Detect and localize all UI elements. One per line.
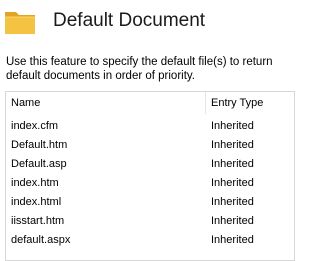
row-name: index.cfm bbox=[11, 120, 59, 132]
description-line-2: default documents in order of priority. bbox=[6, 70, 195, 82]
folder-icon bbox=[5, 12, 35, 34]
table-row[interactable]: Default.asp Inherited bbox=[6, 154, 294, 173]
row-entry-type: Inherited bbox=[211, 196, 254, 208]
column-separator[interactable] bbox=[205, 92, 206, 114]
page-title: Default Document bbox=[53, 10, 206, 31]
row-name: index.htm bbox=[11, 177, 59, 189]
table-header: Name Entry Type bbox=[6, 92, 294, 114]
row-entry-type: Inherited bbox=[211, 177, 254, 189]
table-row[interactable]: Default.htm Inherited bbox=[6, 135, 294, 154]
row-name: index.html bbox=[11, 196, 62, 208]
column-header-name[interactable]: Name bbox=[11, 96, 40, 110]
row-entry-type: Inherited bbox=[211, 215, 254, 227]
row-entry-type: Inherited bbox=[211, 234, 254, 246]
table-row[interactable]: index.cfm Inherited bbox=[6, 116, 294, 135]
feature-description: Use this feature to specify the default … bbox=[6, 55, 306, 83]
row-name: iisstart.htm bbox=[11, 215, 65, 227]
row-name: Default.htm bbox=[11, 139, 68, 151]
table-row[interactable]: default.aspx Inherited bbox=[6, 230, 294, 249]
default-documents-table[interactable]: Name Entry Type index.cfm Inherited Defa… bbox=[5, 91, 295, 261]
page-header: Default Document bbox=[0, 0, 284, 44]
row-name: Default.asp bbox=[11, 158, 67, 170]
row-name: default.aspx bbox=[11, 234, 71, 246]
column-header-entry-type[interactable]: Entry Type bbox=[211, 96, 263, 110]
row-entry-type: Inherited bbox=[211, 158, 254, 170]
table-row[interactable]: index.htm Inherited bbox=[6, 173, 294, 192]
table-row[interactable]: index.html Inherited bbox=[6, 192, 294, 211]
table-row[interactable]: iisstart.htm Inherited bbox=[6, 211, 294, 230]
row-entry-type: Inherited bbox=[211, 139, 254, 151]
description-line-1: Use this feature to specify the default … bbox=[6, 56, 273, 68]
table-body: index.cfm Inherited Default.htm Inherite… bbox=[6, 116, 294, 249]
row-entry-type: Inherited bbox=[211, 120, 254, 132]
